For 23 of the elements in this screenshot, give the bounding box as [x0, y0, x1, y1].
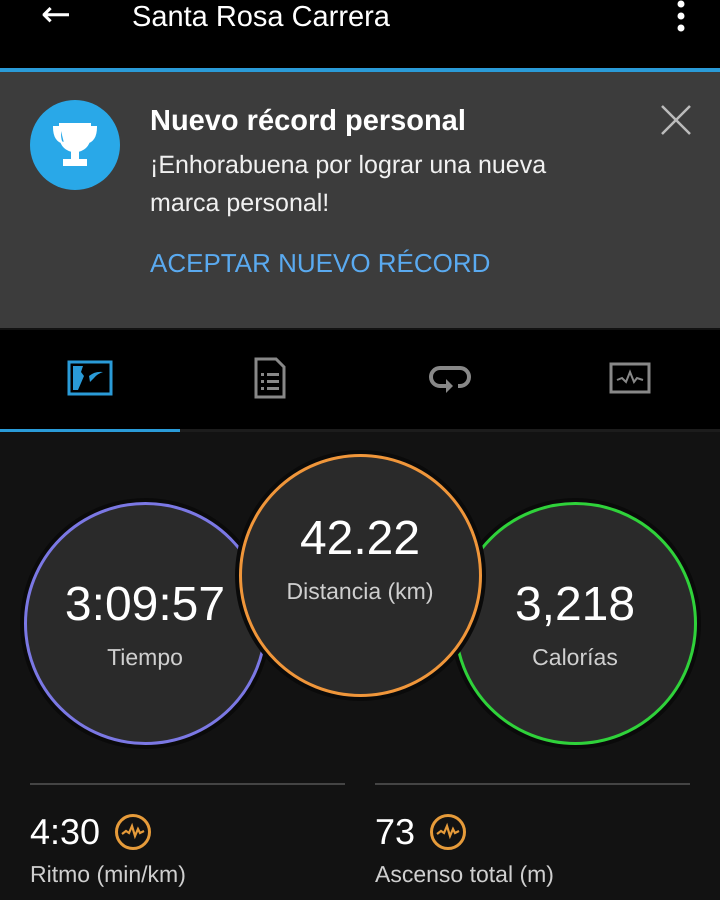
- screen-title: Santa Rosa Carrera: [132, 0, 391, 34]
- stat-label: Ascenso total (m): [375, 861, 555, 888]
- chart-icon: [67, 360, 113, 396]
- accept-record-button[interactable]: ACEPTAR NUEVO RÉCORD: [150, 248, 490, 279]
- ring-label: Calorías: [532, 644, 618, 670]
- trophy-icon: [30, 100, 120, 190]
- document-list-icon: [254, 356, 286, 398]
- ring-label: Distancia (km): [286, 578, 434, 604]
- pulse-icon: [114, 813, 152, 851]
- ring-value: 42.22: [300, 510, 420, 566]
- banner-message: ¡Enhorabuena por lograr una nueva marca personal!: [150, 150, 548, 219]
- banner-title: Nuevo récord personal: [150, 105, 467, 138]
- ring-label: Tiempo: [107, 644, 183, 670]
- close-icon[interactable]: [660, 104, 692, 136]
- stat-value: 4:30: [30, 811, 100, 853]
- activity-graph-icon: [609, 362, 651, 394]
- ring-value: 3:09:57: [64, 576, 226, 632]
- back-button[interactable]: ←: [36, 0, 76, 36]
- pulse-icon: [429, 813, 468, 851]
- more-options-icon[interactable]: [676, 0, 686, 32]
- stat-label: Ritmo (min/km): [30, 861, 187, 888]
- ring-value: 3,218: [514, 576, 636, 632]
- stat-value: 73: [375, 811, 416, 853]
